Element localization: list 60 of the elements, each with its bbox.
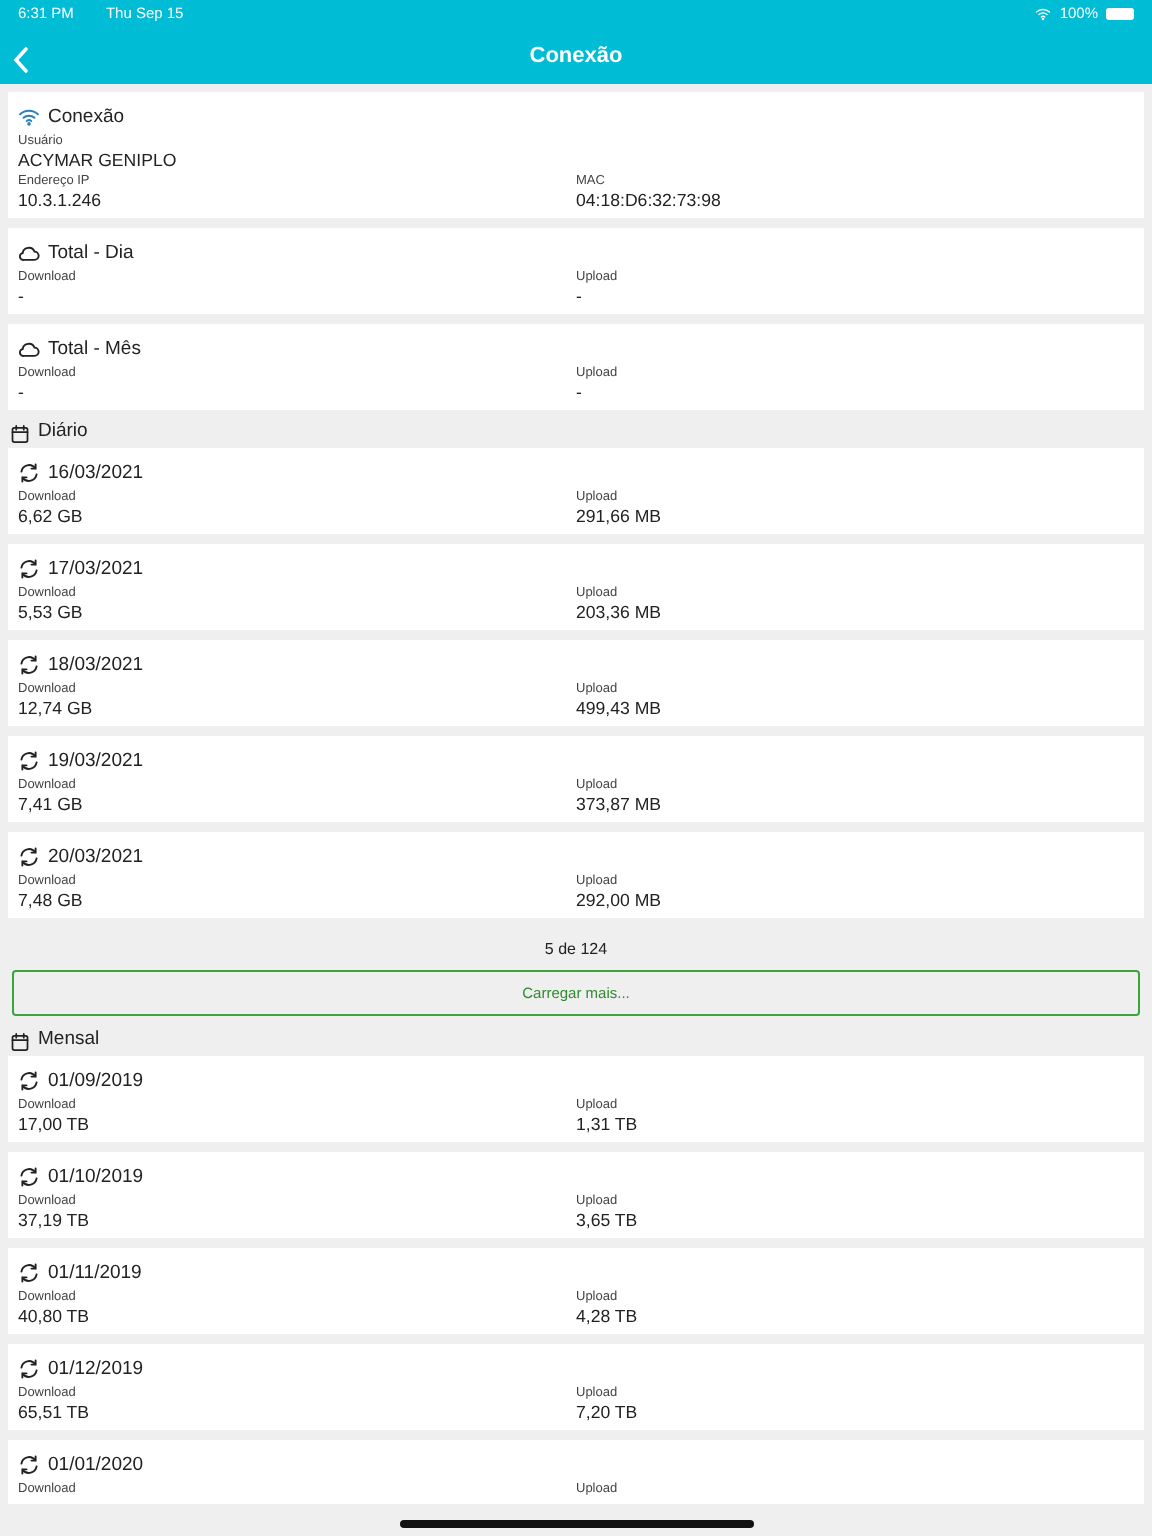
calendar-icon (10, 423, 30, 443)
download-value: 6,62 GB (18, 506, 83, 528)
download-value: 5,53 GB (18, 602, 83, 624)
entry-date: 01/09/2019 (48, 1068, 144, 1096)
upload-value: 499,43 MB (576, 698, 662, 720)
section-title: Mensal (38, 1026, 100, 1055)
battery-icon (1106, 8, 1134, 20)
entry-date: 01/01/2020 (48, 1452, 144, 1480)
download-value: 65,51 TB (18, 1402, 90, 1424)
upload-value: 373,87 MB (576, 794, 662, 816)
card-title: Conexão (48, 104, 125, 132)
entry-date: 20/03/2021 (48, 844, 144, 872)
sync-icon (18, 750, 40, 772)
upload-value: - (576, 286, 582, 308)
entry-date: 01/11/2019 (48, 1260, 142, 1288)
entry-date: 01/10/2019 (48, 1164, 144, 1192)
sync-icon (18, 846, 40, 868)
sync-icon (18, 1070, 40, 1092)
upload-value: 3,65 TB (576, 1210, 638, 1232)
entry-date: 18/03/2021 (48, 652, 144, 680)
upload-value: 4,28 TB (576, 1306, 638, 1328)
upload-value: 292,00 MB (576, 890, 662, 912)
entry-date: 17/03/2021 (48, 556, 144, 584)
download-value: 12,74 GB (18, 698, 93, 720)
download-value: - (18, 382, 24, 404)
back-icon (12, 45, 30, 74)
calendar-icon (10, 1031, 30, 1051)
sync-icon (18, 1358, 40, 1380)
section-title: Diário (38, 418, 88, 447)
wifi-signal-icon (1033, 6, 1052, 22)
sync-icon (18, 654, 40, 676)
sync-icon (18, 1454, 40, 1476)
page-title: Conexão (529, 41, 623, 72)
upload-value: 291,66 MB (576, 506, 662, 528)
upload-value: 203,36 MB (576, 602, 662, 624)
sync-icon (18, 558, 40, 580)
user-value: ACYMAR GENIPLO (18, 150, 177, 172)
download-value: 37,19 TB (18, 1210, 90, 1232)
download-value: 7,41 GB (18, 794, 83, 816)
card-title: Total - Mês (48, 336, 141, 364)
download-value: 7,48 GB (18, 890, 83, 912)
card-title: Total - Dia (48, 240, 134, 268)
ip-address-value: 10.3.1.246 (18, 190, 102, 212)
download-value: 40,80 TB (18, 1306, 90, 1328)
upload-value: 1,31 TB (576, 1114, 638, 1136)
page-count: 5 de 124 (544, 940, 608, 958)
cloud-icon (18, 338, 40, 360)
entry-date: 01/12/2019 (48, 1356, 144, 1384)
download-value: 17,00 TB (18, 1114, 90, 1136)
upload-value: 7,20 TB (576, 1402, 638, 1424)
entry-date: 16/03/2021 (48, 460, 144, 488)
mac-address-value: 04:18:D6:32:73:98 (576, 190, 721, 212)
wifi-icon (18, 106, 40, 128)
sync-icon (18, 462, 40, 484)
upload-value: - (576, 382, 582, 404)
download-value: - (18, 286, 24, 308)
sync-icon (18, 1262, 40, 1284)
cloud-icon (18, 242, 40, 264)
entry-date: 19/03/2021 (48, 748, 144, 776)
sync-icon (18, 1166, 40, 1188)
